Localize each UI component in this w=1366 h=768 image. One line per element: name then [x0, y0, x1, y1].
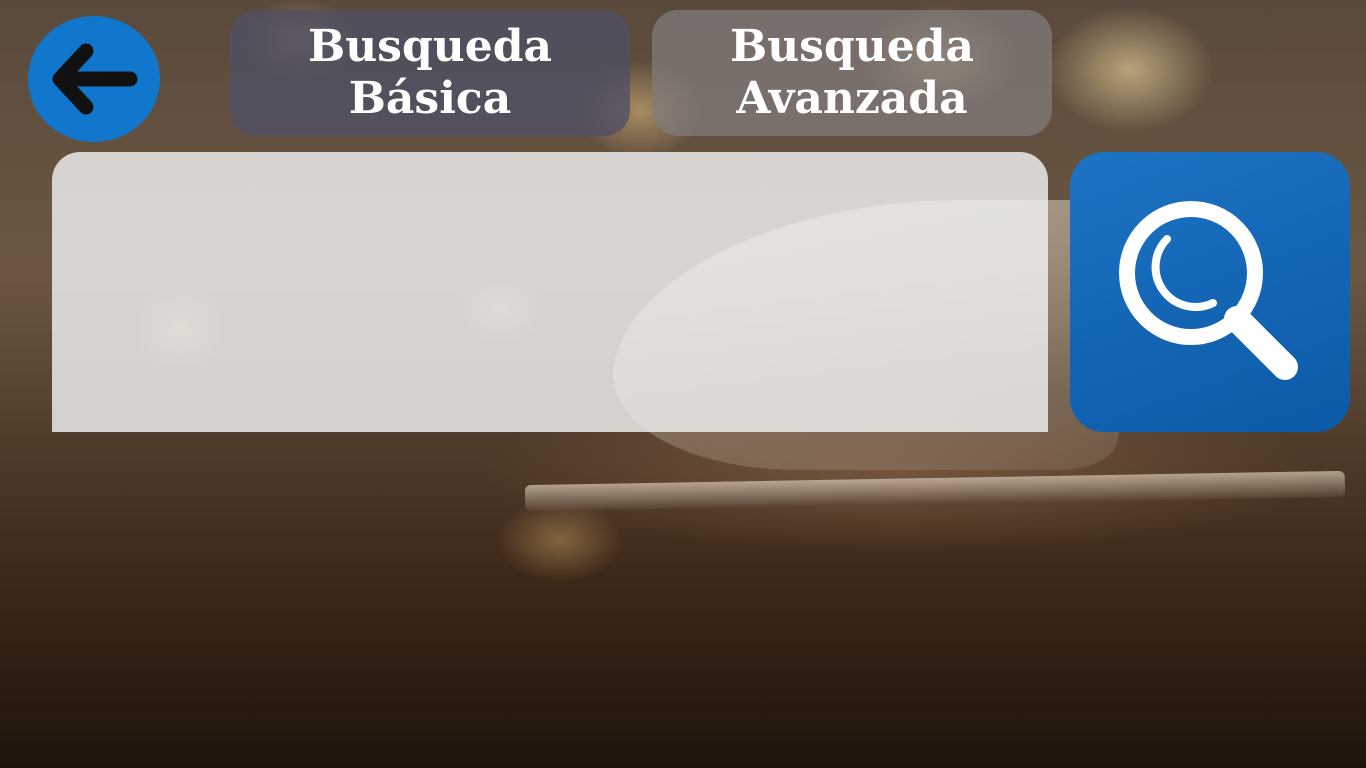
tab-basic-search[interactable]: Busqueda Básica — [230, 10, 630, 136]
background-book-base — [524, 470, 1346, 512]
tab-advanced-search[interactable]: Busqueda Avanzada — [652, 10, 1052, 136]
search-input[interactable] — [52, 152, 1048, 432]
search-button[interactable] — [1070, 152, 1350, 432]
magnifier-icon — [1119, 201, 1298, 380]
tab-basic-search-label: Busqueda Básica — [308, 21, 552, 124]
arrow-left-icon — [52, 43, 138, 115]
tab-advanced-search-label: Busqueda Avanzada — [730, 21, 974, 124]
back-button[interactable] — [28, 16, 160, 142]
